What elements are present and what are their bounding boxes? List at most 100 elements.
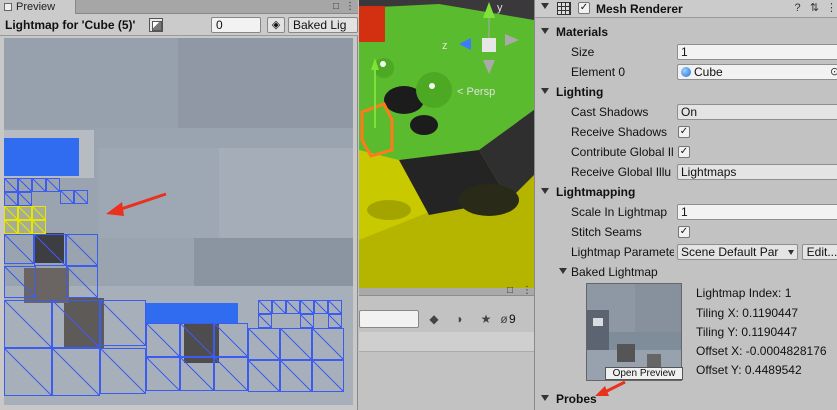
uv-chart xyxy=(100,300,146,346)
search-input[interactable] xyxy=(359,310,419,328)
stitch-seams-label: Stitch Seams xyxy=(571,225,642,239)
component-menu-icon[interactable]: ⋮ xyxy=(825,2,837,15)
cast-shadows-dropdown[interactable]: On xyxy=(677,104,837,120)
persp-label[interactable]: < Persp xyxy=(457,86,495,98)
axis-y-label: y xyxy=(497,2,503,14)
lighting-header: Lighting xyxy=(556,85,604,99)
edit-parameters-button[interactable]: Edit... xyxy=(802,244,837,260)
lightmap-preview-panel: Preview □ ⋮ Lightmap for 'Cube (5)' 0 ◈ … xyxy=(0,0,358,410)
component-enabled-checkbox[interactable]: ✓ xyxy=(578,2,590,14)
uv-chart xyxy=(18,192,32,206)
lightmap-parameters-dropdown[interactable]: Scene Default Par xyxy=(677,244,798,260)
baked-lightmap-foldout[interactable]: Baked Lightmap xyxy=(535,262,837,282)
uv-chart xyxy=(146,357,180,391)
cast-shadows-value: On xyxy=(681,105,698,119)
list-item[interactable] xyxy=(359,332,534,352)
lightmapping-foldout[interactable]: Lightmapping xyxy=(535,182,837,202)
lightmap-index-field[interactable]: 0 xyxy=(211,17,261,33)
uv-chart xyxy=(312,360,344,392)
stitch-seams-row: Stitch Seams ✓ xyxy=(535,222,837,242)
uv-chart xyxy=(66,266,98,298)
foldout-arrow-icon xyxy=(541,395,549,401)
receive-shadows-checkbox[interactable]: ✓ xyxy=(678,126,690,138)
panel-tab-bar: □ ⋮ xyxy=(359,285,534,296)
atlas-region xyxy=(178,38,353,128)
lightmap-texture-view[interactable] xyxy=(4,38,353,405)
lightmapping-header: Lightmapping xyxy=(556,185,636,199)
lightmap-index-info: Lightmap Index: 1 xyxy=(696,286,792,300)
help-icon[interactable]: ? xyxy=(791,2,804,15)
material-object-field[interactable]: Cube xyxy=(677,64,837,80)
maximize-icon[interactable]: □ xyxy=(507,285,513,296)
open-preview-button[interactable]: Open Preview xyxy=(605,367,683,380)
materials-size-row: Size 1 xyxy=(535,42,837,62)
materials-foldout[interactable]: Materials xyxy=(535,22,837,42)
preview-tab-icon xyxy=(4,3,12,11)
uv-chart xyxy=(4,266,36,298)
axis-z-label: z xyxy=(442,40,448,52)
uv-chart xyxy=(280,328,312,360)
materials-size-field[interactable]: 1 xyxy=(677,44,837,60)
uv-chart xyxy=(280,360,312,392)
selected-uv-chart xyxy=(32,206,46,220)
uv-chart xyxy=(4,178,18,192)
project-panel: □ ⋮ ◆ ◗ ★ ø 9 xyxy=(359,285,534,410)
receive-shadows-row: Receive Shadows ✓ xyxy=(535,122,837,142)
tiling-y-info: Tiling Y: 0.1190447 xyxy=(696,325,798,339)
uv-chart xyxy=(18,178,32,192)
element0-label: Element 0 xyxy=(571,65,626,79)
foldout-arrow-icon[interactable] xyxy=(541,3,549,9)
receive-gi-label: Receive Global Illu xyxy=(571,165,672,179)
uv-chart xyxy=(180,357,214,391)
uv-chart xyxy=(300,314,314,328)
uv-chart xyxy=(258,300,272,314)
object-picker-icon[interactable]: ⊙ xyxy=(830,65,837,78)
element0-row: Element 0 Cube ⊙ xyxy=(535,62,837,82)
uv-chart xyxy=(100,348,146,394)
uv-chart xyxy=(180,323,214,357)
maximize-icon[interactable]: □ xyxy=(330,1,342,13)
probes-foldout[interactable]: Probes xyxy=(535,389,837,409)
uv-chart xyxy=(46,178,60,192)
materials-header: Materials xyxy=(556,25,609,39)
uv-chart xyxy=(300,300,314,314)
uv-chart xyxy=(248,360,280,392)
uv-chart xyxy=(312,328,344,360)
label-icon[interactable]: ◗ xyxy=(451,310,469,328)
layers-icon[interactable]: ◈ xyxy=(267,17,285,33)
uv-chart xyxy=(214,323,248,357)
scene-view[interactable]: < Persp y z xyxy=(359,0,534,288)
scale-in-lightmap-field[interactable]: 1 xyxy=(677,204,837,220)
uv-chart xyxy=(248,328,280,360)
star-icon[interactable]: ★ xyxy=(477,310,495,328)
foldout-arrow-icon xyxy=(541,28,549,34)
mesh-renderer-header[interactable]: ✓ Mesh Renderer ? ⇅ ⋮ xyxy=(535,0,837,18)
foldout-arrow-icon xyxy=(559,268,567,274)
receive-gi-row: Receive Global Illu Lightmaps xyxy=(535,162,837,182)
cast-shadows-label: Cast Shadows xyxy=(571,105,649,119)
filter-type-icon[interactable]: ◆ xyxy=(425,310,443,328)
baked-lightmap-header: Baked Lightmap xyxy=(571,265,658,279)
inspector-panel: ✓ Mesh Renderer ? ⇅ ⋮ Materials Size 1 E… xyxy=(534,0,837,410)
uv-island-highlight xyxy=(146,303,238,323)
selected-uv-chart xyxy=(4,220,18,234)
contribute-gi-checkbox[interactable]: ✓ xyxy=(678,146,690,158)
menu-more-icon[interactable]: ⋮ xyxy=(522,285,532,296)
preset-icon[interactable]: ⇅ xyxy=(808,2,821,15)
lighting-foldout[interactable]: Lighting xyxy=(535,82,837,102)
menu-more-icon[interactable]: ⋮ xyxy=(344,1,356,13)
tab-preview-label: Preview xyxy=(16,1,56,13)
thumb-region xyxy=(647,354,661,368)
atlas-region xyxy=(99,148,219,238)
receive-gi-dropdown[interactable]: Lightmaps xyxy=(677,164,837,180)
material-icon xyxy=(681,67,691,77)
uv-chart xyxy=(328,300,342,314)
selected-uv-chart xyxy=(18,206,32,220)
uv-chart xyxy=(66,234,98,266)
preview-mode-dropdown[interactable]: Baked Lig xyxy=(288,17,358,33)
image-icon[interactable] xyxy=(149,18,163,32)
tab-preview[interactable]: Preview xyxy=(0,0,76,14)
thumb-region xyxy=(587,310,609,350)
stitch-seams-checkbox[interactable]: ✓ xyxy=(678,226,690,238)
scale-in-lightmap-row: Scale In Lightmap 1 xyxy=(535,202,837,222)
